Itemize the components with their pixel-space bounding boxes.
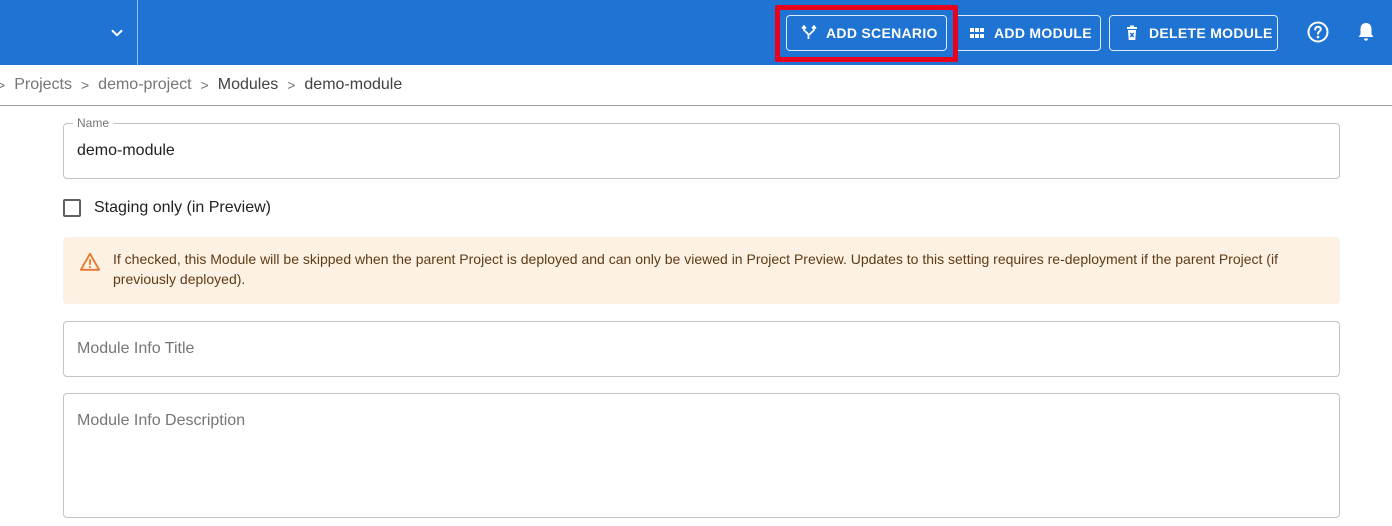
module-info-description-placeholder: Module Info Description [77, 412, 246, 429]
delete-icon [1124, 25, 1140, 41]
help-icon[interactable] [1306, 20, 1330, 44]
staging-only-checkbox-row[interactable]: Staging only (in Preview) [63, 197, 271, 219]
module-info-description-field[interactable]: Module Info Description [63, 393, 1340, 518]
warning-icon [79, 252, 101, 271]
top-app-bar: ADD SCENARIO ADD MODULE DELETE MODULE [0, 0, 1392, 65]
name-field[interactable]: Name demo-module [63, 116, 1340, 179]
delete-module-label: DELETE MODULE [1149, 25, 1273, 41]
breadcrumb-separator: > [80, 77, 90, 93]
add-module-button[interactable]: ADD MODULE [954, 15, 1101, 51]
chevron-down-icon[interactable] [108, 24, 126, 42]
project-selector[interactable] [0, 0, 138, 65]
grid-icon [969, 25, 985, 41]
breadcrumb-separator: > [200, 77, 209, 93]
name-field-label: Name [73, 116, 114, 130]
breadcrumb-projects[interactable]: Projects [14, 76, 72, 94]
scenario-branch-icon [801, 25, 817, 41]
add-scenario-button[interactable]: ADD SCENARIO [786, 15, 947, 51]
breadcrumb-separator: > [287, 77, 296, 93]
breadcrumb-project[interactable]: demo-project [98, 76, 191, 94]
breadcrumb-separator: > [0, 77, 6, 93]
bell-icon[interactable] [1354, 20, 1378, 44]
breadcrumb: > Projects > demo-project > Modules > de… [0, 65, 1392, 106]
staging-only-label: Staging only (in Preview) [94, 199, 271, 216]
module-info-title-field[interactable]: Module Info Title [63, 321, 1340, 377]
name-field-value: demo-module [77, 142, 175, 159]
warning-text: If checked, this Module will be skipped … [113, 251, 1278, 287]
delete-module-button[interactable]: DELETE MODULE [1109, 15, 1278, 51]
breadcrumb-module: demo-module [304, 76, 403, 93]
staging-warning-alert: If checked, this Module will be skipped … [63, 237, 1340, 304]
staging-only-checkbox[interactable] [63, 199, 81, 217]
add-scenario-label: ADD SCENARIO [826, 25, 938, 41]
add-module-label: ADD MODULE [994, 25, 1092, 41]
module-info-title-placeholder: Module Info Title [77, 340, 195, 357]
breadcrumb-modules[interactable]: Modules [218, 76, 278, 94]
